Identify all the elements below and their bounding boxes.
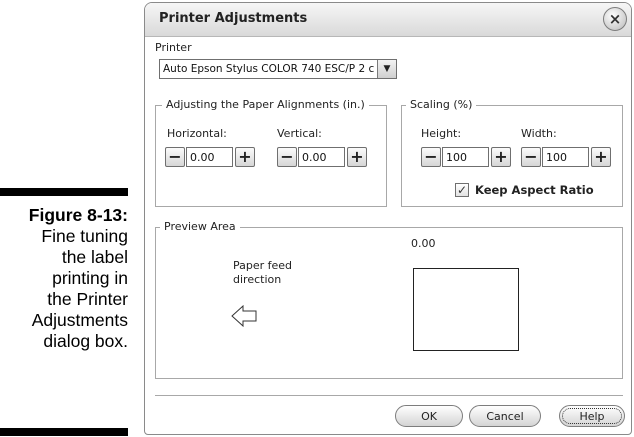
- width-input[interactable]: 100: [542, 147, 589, 167]
- printer-label: Printer: [155, 41, 192, 54]
- height-label: Height:: [421, 127, 462, 140]
- preview-area-legend: Preview Area: [160, 220, 240, 233]
- caption-bottom-rule: [0, 428, 128, 436]
- vertical-input[interactable]: 0.00: [298, 147, 345, 167]
- vertical-stepper: − 0.00 +: [277, 147, 368, 169]
- plus-icon: +: [350, 147, 364, 166]
- preview-area-group: Preview Area: [155, 220, 623, 379]
- caption-line: the Printer: [47, 289, 128, 309]
- paper-alignment-legend: Adjusting the Paper Alignments (in.): [162, 98, 369, 111]
- scaling-legend: Scaling (%): [406, 98, 477, 111]
- figure-number: Figure 8-13:: [28, 205, 128, 225]
- preview-readout: 0.00: [411, 237, 436, 250]
- width-increment-button[interactable]: +: [591, 147, 611, 167]
- minus-icon: −: [168, 147, 182, 166]
- cancel-button[interactable]: Cancel: [469, 405, 541, 427]
- ok-button[interactable]: OK: [395, 405, 463, 427]
- vertical-increment-button[interactable]: +: [347, 147, 367, 167]
- horizontal-label: Horizontal:: [167, 127, 227, 140]
- horizontal-stepper: − 0.00 +: [165, 147, 256, 169]
- horizontal-input[interactable]: 0.00: [186, 147, 233, 167]
- printer-adjustments-dialog: Printer Adjustments × Printer Auto Epson…: [144, 2, 632, 435]
- plus-icon: +: [594, 147, 608, 166]
- height-increment-button[interactable]: +: [491, 147, 511, 167]
- paper-feed-label: Paper feed: [233, 259, 293, 272]
- horizontal-decrement-button[interactable]: −: [165, 147, 185, 167]
- keep-aspect-ratio-checkbox[interactable]: ✓: [455, 183, 469, 197]
- caption-line: dialog box.: [43, 331, 128, 351]
- checkmark-icon: ✓: [456, 183, 468, 197]
- width-label: Width:: [521, 127, 557, 140]
- height-input[interactable]: 100: [442, 147, 489, 167]
- chevron-down-icon[interactable]: ▼: [377, 60, 396, 78]
- vertical-decrement-button[interactable]: −: [277, 147, 297, 167]
- caption-line: Adjustments: [31, 310, 128, 330]
- title-bar: Printer Adjustments ×: [145, 3, 631, 37]
- paper-feed-label: direction: [233, 273, 282, 286]
- figure-caption: Figure 8-13: Fine tuning the label print…: [0, 205, 128, 352]
- caption-line: Fine tuning: [41, 226, 128, 246]
- caption-top-rule: [0, 188, 128, 196]
- keep-aspect-ratio-label[interactable]: Keep Aspect Ratio: [475, 183, 594, 197]
- minus-icon: −: [280, 147, 294, 166]
- height-decrement-button[interactable]: −: [421, 147, 441, 167]
- minus-icon: −: [524, 147, 538, 166]
- button-separator: [155, 395, 623, 396]
- plus-icon: +: [494, 147, 508, 166]
- close-icon: ×: [608, 10, 622, 28]
- vertical-label: Vertical:: [277, 127, 322, 140]
- close-button[interactable]: ×: [603, 7, 627, 31]
- arrow-left-icon: [231, 305, 257, 327]
- caption-line: printing in: [52, 268, 128, 288]
- width-stepper: − 100 +: [521, 147, 612, 169]
- dialog-title: Printer Adjustments: [159, 11, 308, 26]
- minus-icon: −: [424, 147, 438, 166]
- plus-icon: +: [238, 147, 252, 166]
- label-preview-box: [413, 268, 519, 351]
- caption-line: the label: [61, 247, 128, 267]
- printer-select[interactable]: Auto Epson Stylus COLOR 740 ESC/P 2 c ▼: [159, 59, 397, 79]
- width-decrement-button[interactable]: −: [521, 147, 541, 167]
- horizontal-increment-button[interactable]: +: [235, 147, 255, 167]
- height-stepper: − 100 +: [421, 147, 512, 169]
- help-button[interactable]: Help: [559, 405, 625, 427]
- printer-select-value: Auto Epson Stylus COLOR 740 ESC/P 2 c: [163, 63, 375, 75]
